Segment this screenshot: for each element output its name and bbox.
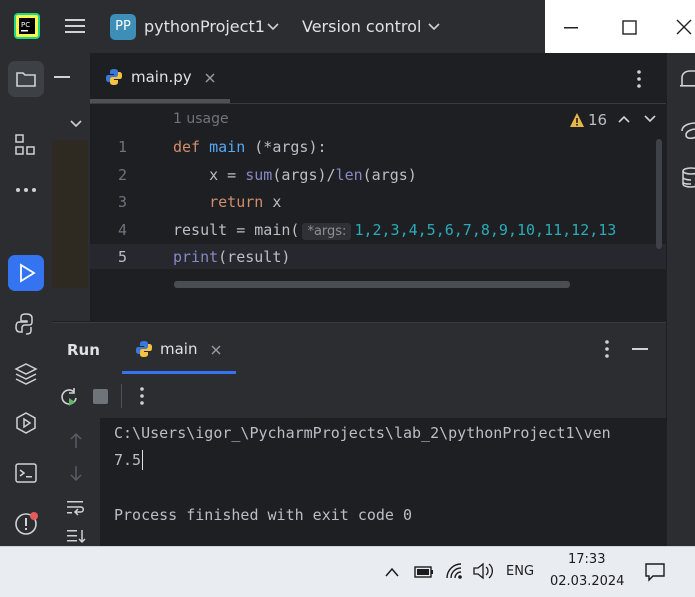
pycharm-logo-icon[interactable]: PC xyxy=(14,13,40,39)
clock-date[interactable]: 02.03.2024 xyxy=(550,574,624,589)
python-file-icon xyxy=(135,340,153,358)
code-line: x = sum(args)/len(args) xyxy=(173,166,417,184)
line-number: 5 xyxy=(117,248,127,266)
main-menu-icon[interactable] xyxy=(64,16,86,36)
close-tab-icon[interactable] xyxy=(205,73,215,83)
warning-count: 16 xyxy=(588,111,608,129)
run-icon xyxy=(17,263,37,283)
chevron-down-icon[interactable] xyxy=(644,114,656,124)
tab-main-py[interactable]: main.py xyxy=(90,53,230,103)
code-line: result = main(*args: 1,2,3,4,5,6,7,8,9,10… xyxy=(173,221,617,240)
problems-icon[interactable] xyxy=(14,511,40,537)
code-line: return x xyxy=(209,193,282,211)
right-tool-strip xyxy=(666,53,695,546)
run-config-name: main xyxy=(160,340,198,358)
soft-wrap-icon[interactable] xyxy=(66,498,86,516)
usage-hint[interactable]: 1 usage xyxy=(173,111,229,127)
close-tab-icon[interactable] xyxy=(211,345,221,355)
vcs-label: Version control xyxy=(302,17,422,36)
volume-icon[interactable] xyxy=(472,562,494,580)
active-tab-underline xyxy=(90,99,230,103)
notifications-icon[interactable] xyxy=(680,69,695,91)
python-file-icon xyxy=(105,68,123,86)
console-line: Process finished with exit code 0 xyxy=(114,506,413,524)
vertical-scrollbar[interactable] xyxy=(656,139,662,249)
warning-icon[interactable] xyxy=(569,112,585,128)
run-tab-main[interactable]: main xyxy=(122,323,236,375)
line-number: 1 xyxy=(117,138,127,156)
minimize-button[interactable] xyxy=(559,18,583,38)
wifi-icon[interactable] xyxy=(444,561,464,581)
console-line: C:\Users\igor_\PycharmProjects\lab_2\pyt… xyxy=(114,424,611,442)
windows-taskbar: ENG 17:33 02.03.2024 xyxy=(0,546,695,597)
python-packages-icon[interactable] xyxy=(14,362,38,386)
text-caret xyxy=(142,450,143,470)
run-tool-button[interactable] xyxy=(8,255,44,291)
code-editor[interactable]: 1 usage 16 1 2 3 4 5 def main (*args): x… xyxy=(90,104,666,321)
scroll-to-end-icon[interactable] xyxy=(66,528,86,546)
input-language[interactable]: ENG xyxy=(506,564,534,579)
minimize-panel-icon[interactable] xyxy=(632,348,648,350)
more-options-icon[interactable] xyxy=(139,386,145,406)
project-tree-selection xyxy=(52,140,88,288)
chevron-down-icon[interactable] xyxy=(70,119,82,129)
chevron-up-icon[interactable] xyxy=(384,566,400,578)
run-panel-title: Run xyxy=(67,341,100,359)
run-toolbar xyxy=(52,374,666,419)
notification-center-icon[interactable] xyxy=(644,561,666,583)
stop-icon[interactable] xyxy=(93,389,108,404)
minimize-panel-icon[interactable] xyxy=(54,76,70,78)
clock-time[interactable]: 17:33 xyxy=(568,552,605,567)
folder-icon xyxy=(15,69,37,89)
database-icon[interactable] xyxy=(681,167,695,189)
editor-tab-bar: main.py xyxy=(90,53,666,104)
more-tools-icon[interactable] xyxy=(14,185,38,195)
console-side-toolbar xyxy=(52,418,100,546)
services-icon[interactable] xyxy=(14,411,38,435)
chevron-up-icon[interactable] xyxy=(618,114,630,124)
line-number: 3 xyxy=(117,193,127,211)
window-controls xyxy=(545,0,695,53)
arrow-up-icon[interactable] xyxy=(69,432,83,450)
structure-icon[interactable] xyxy=(14,133,38,157)
toolbar-divider xyxy=(121,384,122,408)
battery-icon[interactable] xyxy=(413,564,435,580)
maximize-button[interactable] xyxy=(617,18,641,38)
code-line: def main (*args): xyxy=(173,138,327,156)
run-panel-header: Run main xyxy=(52,322,666,375)
code-line: print(result) xyxy=(173,248,291,266)
left-tool-strip xyxy=(0,53,53,546)
line-number: 4 xyxy=(117,221,127,239)
console-line: 7.5 xyxy=(114,451,142,469)
horizontal-scrollbar[interactable] xyxy=(174,281,570,288)
svg-text:PC: PC xyxy=(21,21,30,29)
arrow-down-icon[interactable] xyxy=(69,464,83,482)
close-window-button[interactable] xyxy=(673,16,695,38)
parameter-hint: *args: xyxy=(302,223,352,240)
project-panel xyxy=(52,53,90,321)
ai-assistant-icon[interactable] xyxy=(680,119,695,139)
more-options-icon[interactable] xyxy=(636,69,642,89)
run-console[interactable]: C:\Users\igor_\PycharmProjects\lab_2\pyt… xyxy=(52,418,666,546)
terminal-icon[interactable] xyxy=(14,461,38,485)
python-console-icon[interactable] xyxy=(14,312,38,336)
project-tool-button[interactable] xyxy=(8,61,44,97)
project-badge: PP xyxy=(110,14,136,40)
chevron-down-icon xyxy=(267,22,279,32)
more-options-icon[interactable] xyxy=(604,339,610,359)
chevron-down-icon xyxy=(428,22,440,32)
project-name: pythonProject1 xyxy=(144,17,265,36)
rerun-icon[interactable] xyxy=(59,387,79,407)
tab-label: main.py xyxy=(131,68,192,86)
line-number: 2 xyxy=(117,166,127,184)
